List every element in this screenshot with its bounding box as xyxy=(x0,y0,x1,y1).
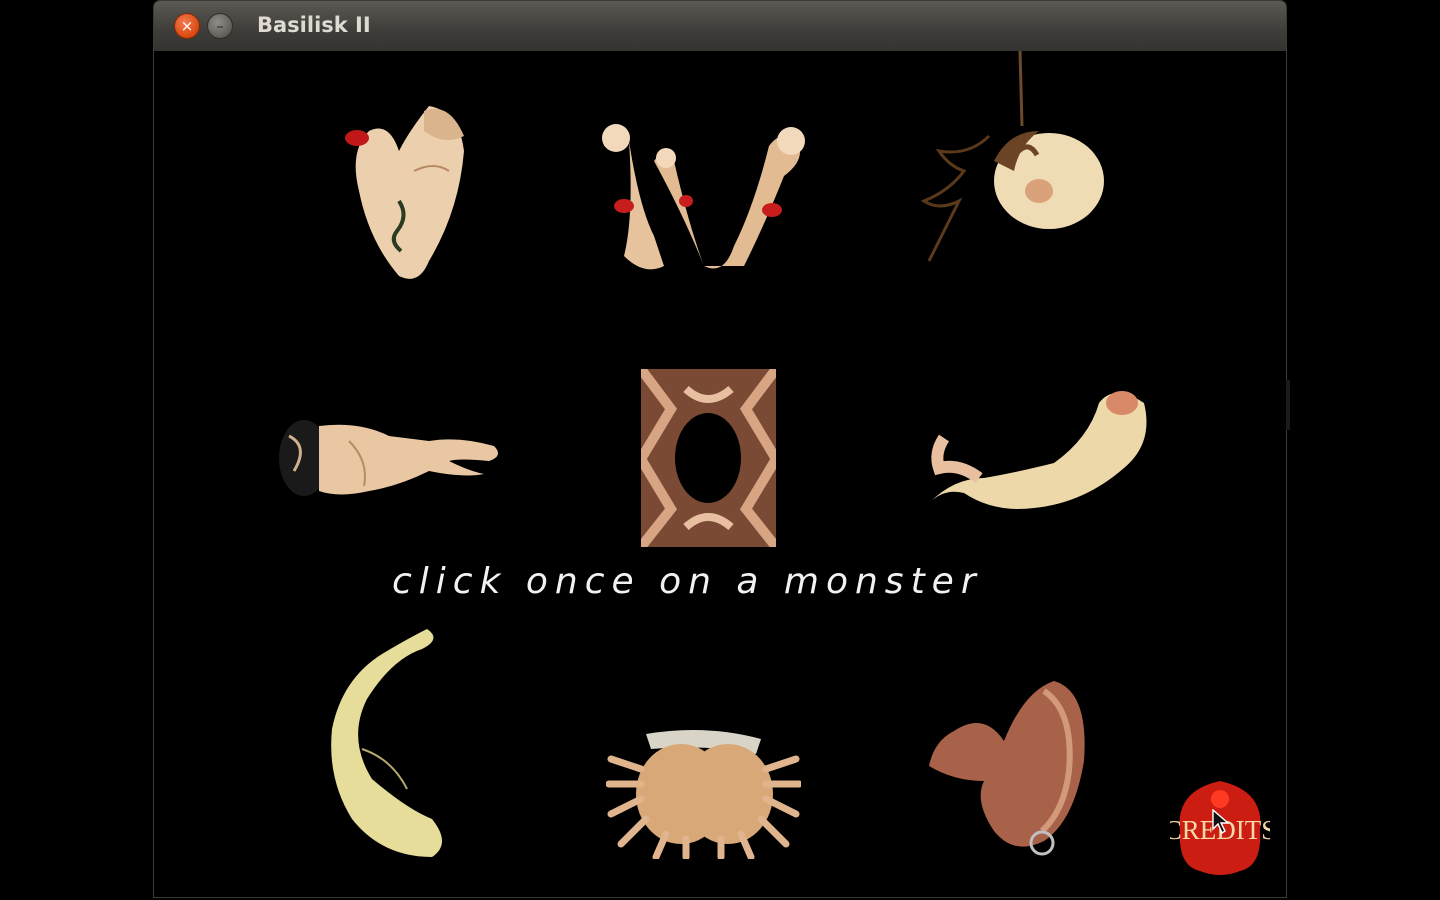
monster-4[interactable] xyxy=(279,416,509,501)
monster-8[interactable] xyxy=(606,729,801,859)
instruction-text: click once on a monster xyxy=(392,561,983,602)
monster-2[interactable] xyxy=(594,116,824,276)
monster-6[interactable] xyxy=(924,383,1149,528)
minimize-icon[interactable]: – xyxy=(207,13,233,39)
monster-1[interactable] xyxy=(329,91,479,291)
game-stage: click once on a monster xyxy=(154,51,1286,897)
title-bar[interactable]: × – Basilisk II xyxy=(154,1,1286,52)
window-title: Basilisk II xyxy=(257,13,371,37)
monster-3[interactable] xyxy=(919,51,1119,266)
close-icon[interactable]: × xyxy=(174,13,200,39)
monster-7[interactable] xyxy=(322,629,452,859)
monster-5[interactable] xyxy=(641,369,776,547)
monster-9[interactable] xyxy=(924,671,1094,861)
emulator-window: × – Basilisk II click once on a monster xyxy=(153,0,1287,898)
window-edge-strip xyxy=(1286,380,1290,430)
mouse-cursor-icon xyxy=(1212,809,1230,835)
